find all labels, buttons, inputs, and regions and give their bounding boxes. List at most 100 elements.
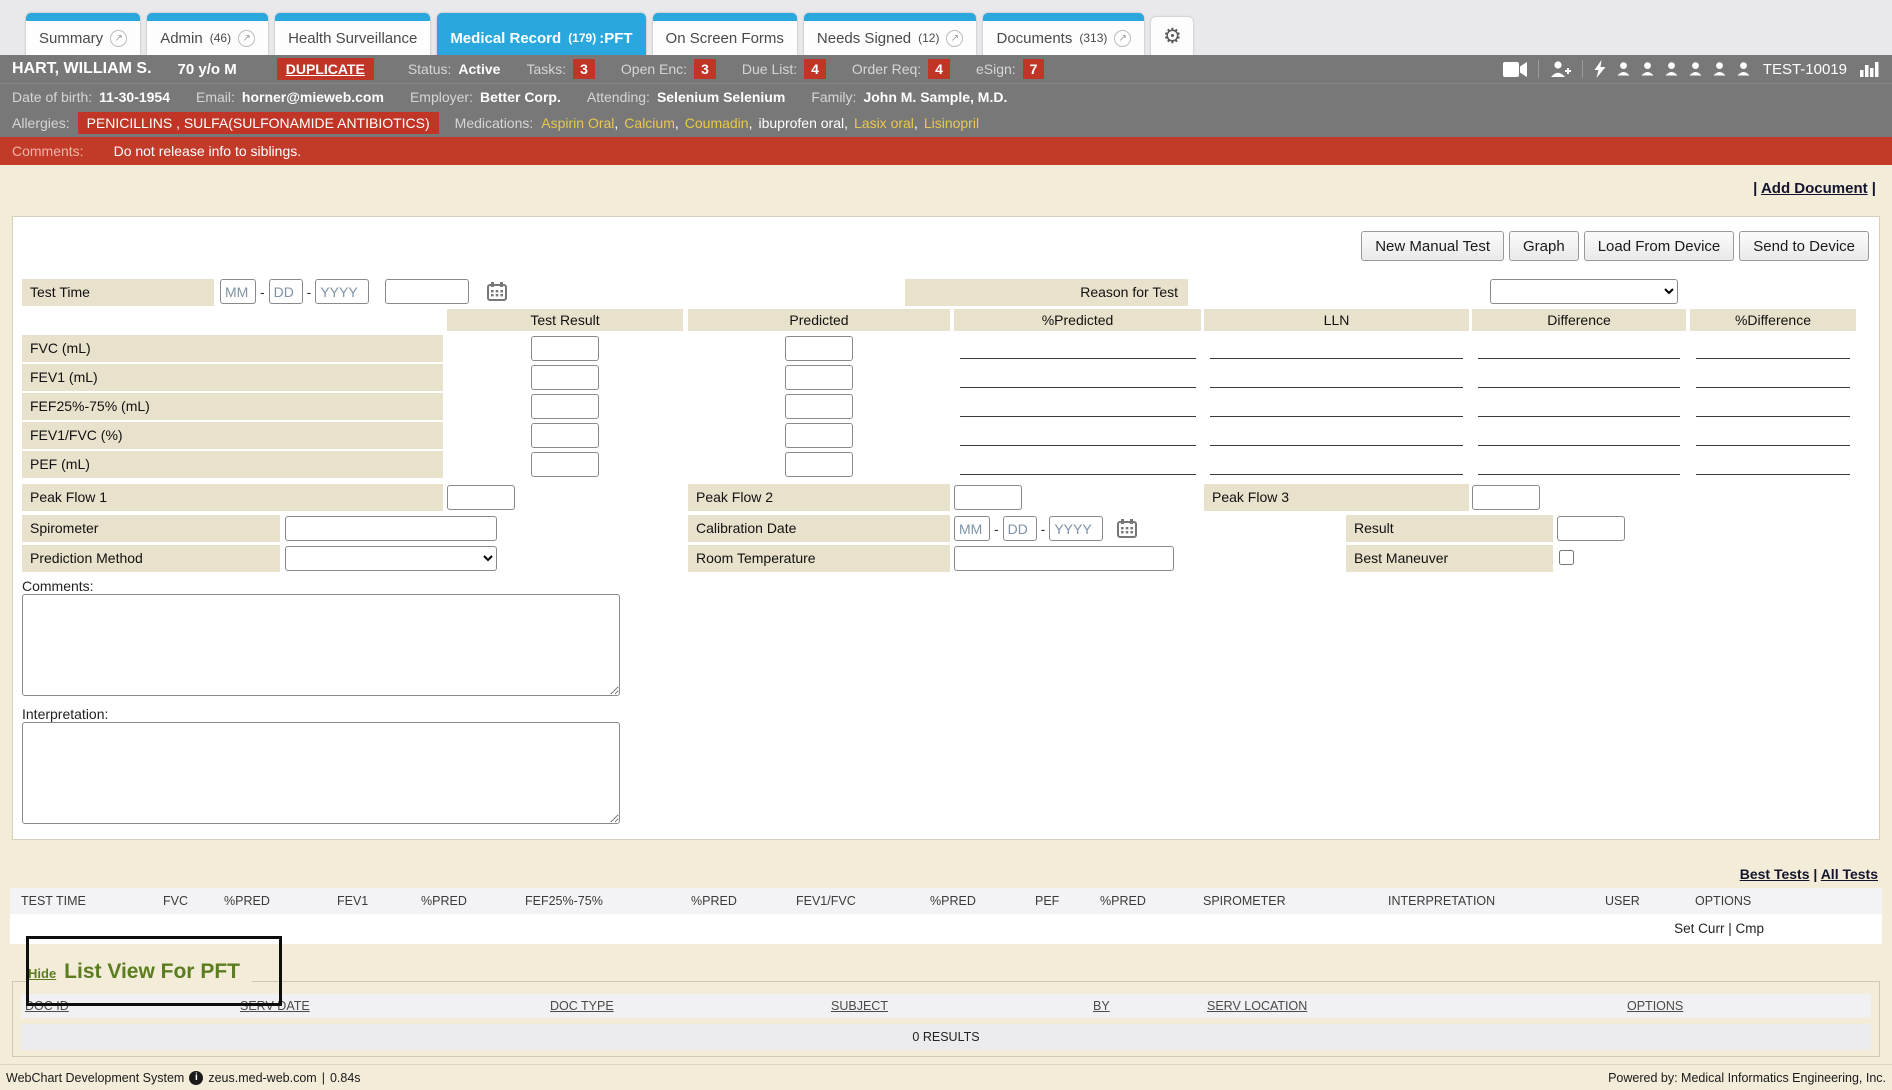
tab-label: Admin xyxy=(160,30,203,47)
doc-col-options[interactable]: OPTIONS xyxy=(1627,994,1683,1018)
duplicate-badge[interactable]: DUPLICATE xyxy=(277,58,374,80)
tests-filter-links: Best Tests | All Tests xyxy=(1740,866,1878,882)
date-dash: - xyxy=(994,521,999,537)
person-icon[interactable] xyxy=(1617,62,1630,76)
add-document-link[interactable]: Add Document xyxy=(1761,180,1868,197)
send-to-device-button[interactable]: Send to Device xyxy=(1739,231,1869,261)
tab-needs-signed[interactable]: Needs Signed (12) ↗ xyxy=(804,13,977,55)
calibration-year-input[interactable] xyxy=(1049,516,1103,541)
webchart-app: Summary ↗ Admin (46) ↗ Health Surveillan… xyxy=(0,0,1892,1090)
peak-flow-3-input[interactable] xyxy=(1472,485,1540,510)
fvc-test-result-input[interactable] xyxy=(531,336,599,361)
cmp-link[interactable]: Cmp xyxy=(1735,921,1764,936)
popout-icon[interactable]: ↗ xyxy=(238,30,255,47)
person-icon[interactable] xyxy=(1713,62,1726,76)
load-from-device-button[interactable]: Load From Device xyxy=(1584,231,1735,261)
test-time-time-input[interactable] xyxy=(385,279,469,304)
tab-medical-record[interactable]: Medical Record (179) :PFT xyxy=(437,13,645,55)
popout-icon[interactable]: ↗ xyxy=(946,30,963,47)
fev1-test-result-input[interactable] xyxy=(531,365,599,390)
popout-icon[interactable]: ↗ xyxy=(1114,30,1131,47)
pef-test-result-input[interactable] xyxy=(531,452,599,477)
prediction-method-select[interactable] xyxy=(285,546,497,571)
doc-col-doc-type[interactable]: DOC TYPE xyxy=(550,994,614,1018)
bar-chart-icon[interactable] xyxy=(1860,61,1880,77)
tab-summary[interactable]: Summary ↗ xyxy=(26,13,140,55)
lightning-icon[interactable] xyxy=(1594,60,1606,78)
tab-bar: Summary ↗ Admin (46) ↗ Health Surveillan… xyxy=(0,0,1892,55)
new-manual-test-button[interactable]: New Manual Test xyxy=(1361,231,1504,261)
peak-flow-3-label: Peak Flow 3 xyxy=(1204,484,1469,511)
form-comments-textarea[interactable] xyxy=(22,594,620,696)
medication-link[interactable]: Calcium xyxy=(624,115,675,131)
peak-flow-2-input[interactable] xyxy=(954,485,1022,510)
test-time-day-input[interactable] xyxy=(269,279,303,304)
medication-link[interactable]: Lasix oral xyxy=(854,115,914,131)
peak-flow-1-input[interactable] xyxy=(447,485,515,510)
due-list-count-badge[interactable]: 4 xyxy=(804,59,826,79)
column-header-predicted: Predicted xyxy=(688,309,950,331)
best-tests-link[interactable]: Best Tests xyxy=(1740,866,1810,882)
ratio-lln-line xyxy=(1210,423,1463,446)
result-input[interactable] xyxy=(1557,516,1625,541)
spirometer-input[interactable] xyxy=(285,516,497,541)
patient-demographics-row: Date of birth: 11-30-1954 Email: horner@… xyxy=(0,83,1892,109)
video-camera-icon[interactable] xyxy=(1503,62,1527,77)
calendar-icon[interactable] xyxy=(1117,519,1137,538)
tab-count: (12) xyxy=(918,31,939,45)
ratio-test-result-input[interactable] xyxy=(531,423,599,448)
medication-link[interactable]: Coumadin xyxy=(685,115,749,131)
status-label: Status: xyxy=(408,61,452,77)
graph-button[interactable]: Graph xyxy=(1509,231,1579,261)
medication-link[interactable]: Aspirin Oral xyxy=(541,115,614,131)
fef-predicted-input[interactable] xyxy=(785,394,853,419)
esign-count-badge[interactable]: 7 xyxy=(1023,59,1045,79)
link-separator: | xyxy=(1813,866,1817,882)
set-curr-link[interactable]: Set Curr xyxy=(1674,921,1724,936)
ratio-predicted-input[interactable] xyxy=(785,423,853,448)
email-label: Email: xyxy=(196,89,235,105)
person-icon[interactable] xyxy=(1665,62,1678,76)
calendar-icon[interactable] xyxy=(487,282,507,301)
allergies-badge[interactable]: PENICILLINS , SULFA(SULFONAMIDE ANTIBIOT… xyxy=(78,112,439,134)
document-list-empty-row: 0 RESULTS xyxy=(21,1024,1871,1050)
person-icon[interactable] xyxy=(1737,62,1750,76)
calibration-day-input[interactable] xyxy=(1003,516,1037,541)
tab-health-surveillance[interactable]: Health Surveillance xyxy=(275,13,430,55)
info-icon[interactable]: i xyxy=(189,1071,203,1085)
open-enc-count-badge[interactable]: 3 xyxy=(694,59,716,79)
tab-admin[interactable]: Admin (46) ↗ xyxy=(147,13,268,55)
doc-col-serv-location[interactable]: SERV LOCATION xyxy=(1207,994,1307,1018)
fvc-predicted-input[interactable] xyxy=(785,336,853,361)
person-icon[interactable] xyxy=(1689,62,1702,76)
all-tests-link[interactable]: All Tests xyxy=(1821,866,1878,882)
best-maneuver-checkbox[interactable] xyxy=(1559,550,1574,565)
peak-flow-1-label: Peak Flow 1 xyxy=(22,484,443,511)
doc-col-by[interactable]: BY xyxy=(1093,994,1110,1018)
pef-predicted-input[interactable] xyxy=(785,452,853,477)
popout-icon[interactable]: ↗ xyxy=(110,30,127,47)
row-label-pef: PEF (mL) xyxy=(22,451,443,478)
person-icon[interactable] xyxy=(1641,62,1654,76)
medication-link[interactable]: ibuprofen oral xyxy=(758,115,844,131)
test-time-year-input[interactable] xyxy=(315,279,369,304)
reason-for-test-select[interactable] xyxy=(1490,279,1678,304)
header-icon-group: TEST-10019 xyxy=(1503,60,1880,78)
tab-on-screen-forms[interactable]: On Screen Forms xyxy=(653,13,797,55)
medication-link[interactable]: Lisinopril xyxy=(924,115,979,131)
fef-test-result-input[interactable] xyxy=(531,394,599,419)
tasks-count-badge[interactable]: 3 xyxy=(573,59,595,79)
tab-label: Documents xyxy=(996,30,1072,47)
doc-col-subject[interactable]: SUBJECT xyxy=(831,994,888,1018)
test-time-date-group: - - xyxy=(220,279,507,304)
medication-separator: , xyxy=(614,115,618,131)
test-time-month-input[interactable] xyxy=(220,279,256,304)
room-temperature-input[interactable] xyxy=(954,546,1174,571)
settings-tab[interactable]: ⚙ xyxy=(1151,17,1193,55)
calibration-month-input[interactable] xyxy=(954,516,990,541)
order-req-count-badge[interactable]: 4 xyxy=(928,59,950,79)
tab-documents[interactable]: Documents (313) ↗ xyxy=(983,13,1144,55)
fev1-predicted-input[interactable] xyxy=(785,365,853,390)
add-person-icon[interactable] xyxy=(1550,61,1571,77)
interpretation-textarea[interactable] xyxy=(22,722,620,824)
